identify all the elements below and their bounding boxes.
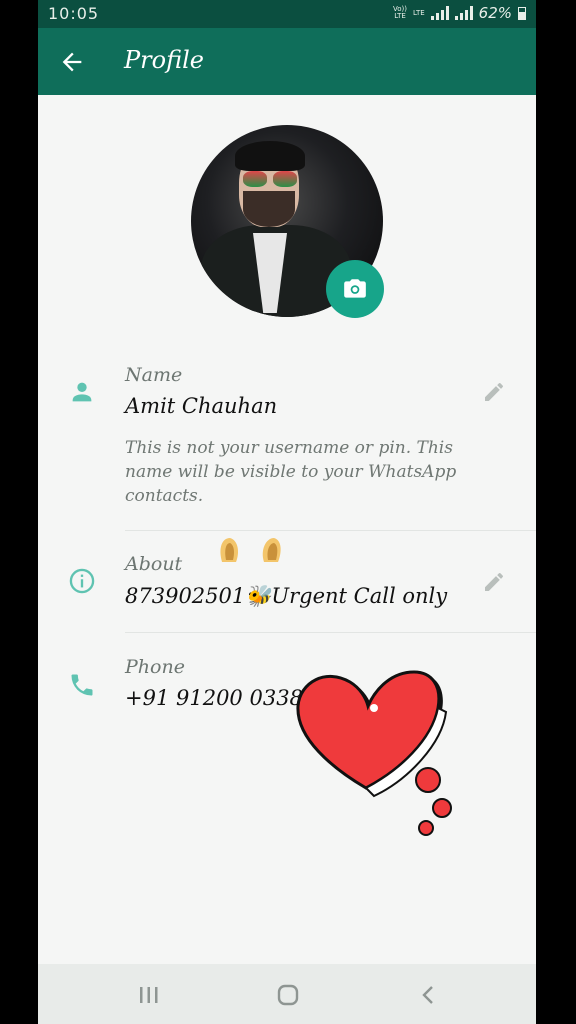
page-title: Profile	[124, 46, 204, 74]
info-icon	[69, 568, 95, 594]
arrow-left-icon[interactable]	[58, 48, 86, 76]
recent-apps-button[interactable]	[134, 980, 164, 1010]
status-indicators: Vo)) LTE LTE 62%	[393, 4, 526, 22]
phone-icon	[71, 674, 93, 696]
change-photo-button[interactable]	[326, 260, 384, 318]
phone-value: +91 91200 0338	[125, 686, 303, 710]
whatsapp-profile-screen: 10:05 Vo)) LTE LTE 62% Profile Name Amit…	[38, 0, 536, 1024]
heart-sticker-icon	[296, 670, 452, 836]
back-button[interactable]	[413, 980, 443, 1010]
signal-icon-2	[454, 6, 473, 20]
battery-percent: 62%	[478, 4, 512, 22]
status-bar: 10:05 Vo)) LTE LTE 62%	[38, 0, 536, 28]
about-label: About	[125, 553, 183, 575]
volte-indicator: Vo)) LTE	[393, 5, 408, 20]
photo-hair	[235, 141, 305, 171]
divider	[125, 632, 536, 633]
divider	[125, 530, 536, 531]
battery-icon	[518, 6, 526, 20]
app-bar: Profile	[38, 28, 536, 95]
photo-beard	[243, 191, 295, 227]
camera-icon	[344, 279, 366, 298]
signal-icon-1	[430, 6, 449, 20]
about-value: 873902501🐝Urgent Call only	[125, 584, 448, 608]
name-value: Amit Chauhan	[125, 394, 278, 418]
home-icon	[277, 984, 299, 1006]
chevron-left-icon	[422, 986, 433, 1004]
lte-indicator: LTE	[413, 8, 425, 17]
edit-name-pencil-icon[interactable]	[482, 380, 506, 404]
home-button[interactable]	[273, 980, 303, 1010]
person-icon	[72, 382, 92, 402]
recents-icon	[140, 987, 158, 1003]
name-label: Name	[125, 364, 183, 386]
navigation-bar	[38, 964, 536, 1024]
photo-glasses-left	[243, 171, 267, 187]
phone-label: Phone	[125, 656, 185, 678]
edit-about-pencil-icon[interactable]	[482, 570, 506, 594]
ears-sticker-icon	[220, 538, 281, 562]
photo-glasses-right	[273, 171, 297, 187]
name-hint: This is not your username or pin. This n…	[125, 438, 457, 506]
status-time: 10:05	[48, 4, 100, 23]
